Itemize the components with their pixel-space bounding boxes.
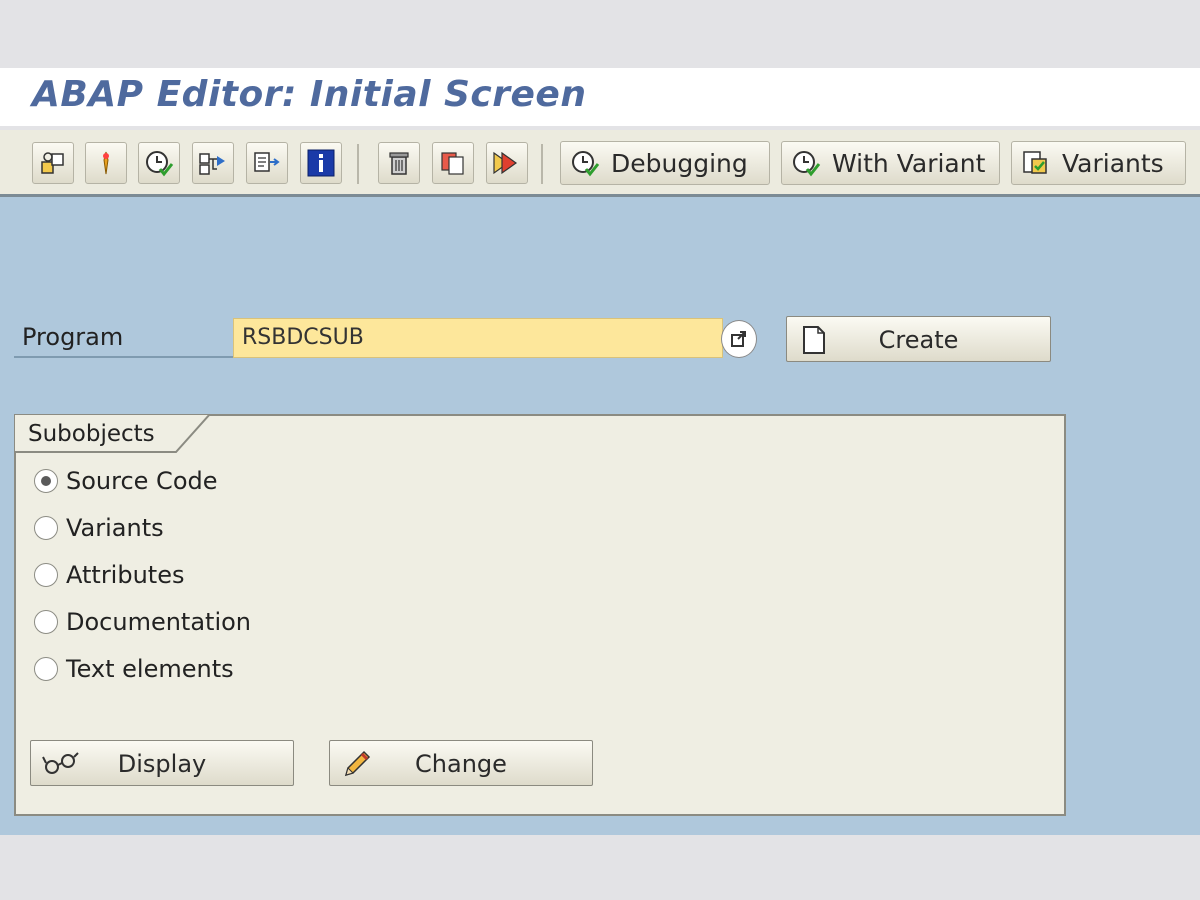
- radio-button[interactable]: [34, 469, 58, 493]
- info-icon: [307, 149, 335, 177]
- window-title: ABAP Editor: Initial Screen: [32, 74, 587, 115]
- create-label: Create: [878, 326, 959, 354]
- value-help-icon: [731, 331, 746, 347]
- value-help-button[interactable]: [721, 320, 757, 358]
- where-used-button[interactable]: [85, 142, 127, 184]
- info-button[interactable]: [300, 142, 342, 184]
- activate-button[interactable]: [246, 142, 288, 184]
- radio-attributes[interactable]: Attributes: [34, 558, 184, 592]
- copy-button[interactable]: [432, 142, 474, 184]
- debugging-button[interactable]: Debugging: [560, 141, 770, 185]
- delete-button[interactable]: [378, 142, 420, 184]
- variants-label: Variants: [1062, 148, 1164, 178]
- rename-button[interactable]: [486, 142, 528, 184]
- variants-icon: [1023, 151, 1047, 174]
- other-object-button[interactable]: [32, 142, 74, 184]
- radio-source-code[interactable]: Source Code: [34, 464, 218, 498]
- radio-label: Attributes: [66, 561, 185, 589]
- create-button[interactable]: Create: [786, 316, 1051, 362]
- display-button[interactable]: Display: [30, 740, 294, 786]
- title-bar: ABAP Editor: Initial Screen: [0, 68, 1200, 126]
- copy-icon: [441, 152, 464, 175]
- application-toolbar: Debugging With Variant Variants: [0, 130, 1200, 197]
- debug-clock-icon: [572, 151, 600, 177]
- radio-button[interactable]: [34, 516, 58, 540]
- radio-label: Source Code: [66, 467, 218, 495]
- with-variant-label: With Variant: [832, 148, 986, 178]
- with-variant-button[interactable]: With Variant: [781, 141, 1000, 185]
- toolbar-separator: [541, 144, 543, 184]
- rename-icon: [493, 151, 518, 175]
- radio-label: Text elements: [66, 655, 234, 683]
- change-button[interactable]: Change: [329, 740, 593, 786]
- subobjects-title: Subobjects: [28, 421, 155, 447]
- other-object-icon: [41, 152, 64, 174]
- program-label-underline: [14, 356, 244, 358]
- debugging-label: Debugging: [611, 148, 748, 178]
- variants-button[interactable]: Variants: [1011, 141, 1186, 185]
- radio-button[interactable]: [34, 610, 58, 634]
- program-input[interactable]: RSBDCSUB: [233, 318, 723, 358]
- check-icon: [199, 153, 225, 175]
- radio-label: Variants: [66, 514, 164, 542]
- display-label: Display: [117, 750, 207, 778]
- radio-label: Documentation: [66, 608, 252, 636]
- radio-variants[interactable]: Variants: [34, 511, 164, 545]
- radio-documentation[interactable]: Documentation: [34, 605, 251, 639]
- activate-icon: [254, 152, 280, 172]
- change-label: Change: [415, 750, 507, 778]
- toolbar-separator: [357, 144, 359, 184]
- radio-button[interactable]: [34, 657, 58, 681]
- where-used-list-icon: [103, 151, 109, 175]
- program-label: Program: [22, 323, 124, 351]
- radio-button[interactable]: [34, 563, 58, 587]
- execute-button[interactable]: [138, 142, 180, 184]
- execute-icon: [146, 151, 174, 177]
- radio-text-elements[interactable]: Text elements: [34, 652, 234, 686]
- variant-clock-icon: [793, 151, 821, 177]
- delete-icon: [389, 152, 409, 175]
- check-button[interactable]: [192, 142, 234, 184]
